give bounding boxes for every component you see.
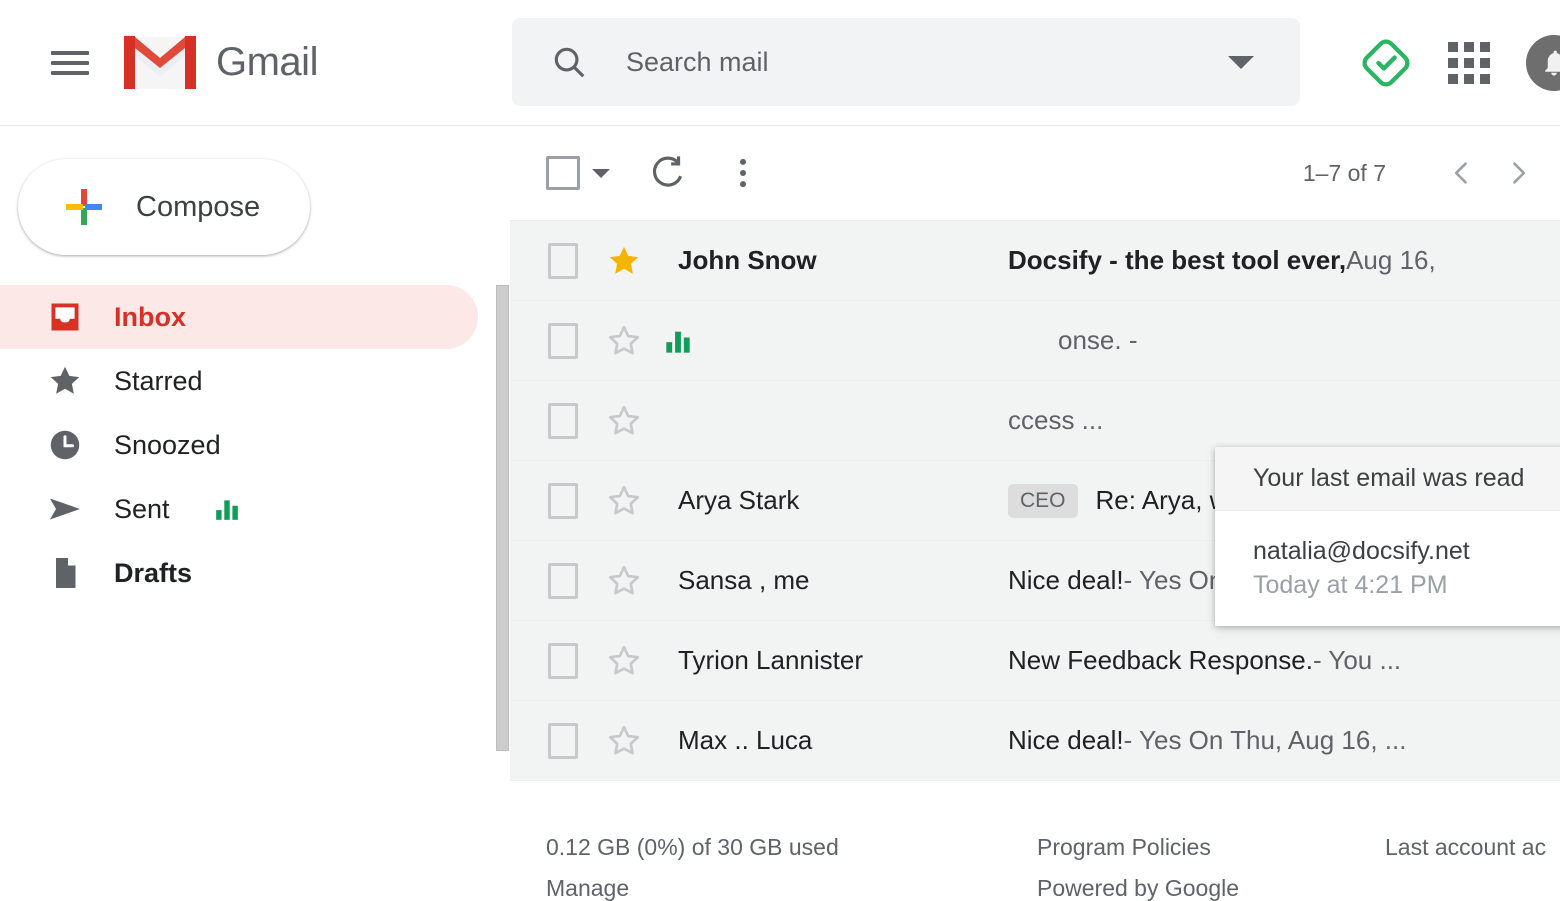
star-filled-icon[interactable] [606, 243, 642, 279]
star-outline-icon[interactable] [606, 723, 642, 759]
popup-email-address: natalia@docsify.net [1253, 536, 1470, 565]
pagination: 1–7 of 7 [1303, 126, 1546, 220]
footer-last-account: Last account ac [1385, 827, 1546, 868]
inbox-icon [46, 298, 84, 336]
gmail-logo-icon [124, 35, 196, 89]
popup-body: natalia@docsify.net Today at 4:21 PM 1 [1215, 511, 1560, 626]
table-row[interactable]: Tyrion Lannister New Feedback Response. -… [510, 621, 1560, 701]
sidebar-item-label: Inbox [114, 301, 186, 332]
sidebar-item-sent[interactable]: Sent [0, 477, 478, 541]
search-options-chevron-down-icon[interactable] [1228, 55, 1254, 69]
row-checkbox[interactable] [548, 482, 578, 519]
apps-grid-icon[interactable] [1448, 42, 1490, 84]
search-input[interactable] [626, 46, 1228, 78]
row-subject: Nice deal! [1008, 565, 1124, 595]
docsify-check-icon[interactable] [1360, 37, 1412, 89]
status-badge: CEO [1008, 483, 1078, 518]
docsify-tracking-popup: Your last email was read natalia@docsify… [1215, 447, 1560, 626]
row-sender: John Snow [678, 245, 817, 275]
sidebar-item-drafts[interactable]: Drafts [0, 541, 478, 605]
row-subject: Nice deal! [1008, 725, 1124, 755]
sidebar-item-inbox[interactable]: Inbox [0, 285, 478, 349]
list-toolbar: 1–7 of 7 [510, 126, 1560, 220]
star-outline-icon[interactable] [606, 323, 642, 359]
row-subject-area: Nice deal! - Yes On Thu, Aug 16, ... [1008, 725, 1560, 756]
row-snippet: Aug 16, [1346, 245, 1436, 275]
row-checkbox[interactable] [548, 562, 578, 599]
popup-title: Your last email was read [1215, 447, 1560, 511]
popup-timestamp: Today at 4:21 PM [1253, 570, 1448, 599]
program-policies-link[interactable]: Program Policies [1037, 827, 1239, 868]
table-row[interactable]: Max .. Luca Nice deal! - Yes On Thu, Aug … [510, 701, 1560, 781]
select-all-chevron-down-icon[interactable] [592, 168, 610, 178]
row-checkbox[interactable] [548, 642, 578, 679]
row-subject-area: New Feedback Response. - You ... [1008, 645, 1560, 676]
previous-page-button[interactable] [1434, 145, 1490, 201]
row-snippet: - You ... [1312, 645, 1402, 675]
sidebar-item-label: Starred [114, 365, 203, 396]
manage-link[interactable]: Manage [546, 868, 839, 901]
list-scrollbar[interactable] [496, 285, 509, 751]
footer-policies: Program Policies Powered by Google [1037, 827, 1239, 901]
mail-list-panel: 1–7 of 7 John Snow Docsify - the best too… [496, 126, 1560, 901]
popup-recipient: natalia@docsify.net Today at 4:21 PM [1253, 535, 1560, 603]
star-outline-icon[interactable] [606, 563, 642, 599]
bar-chart-icon[interactable] [214, 496, 240, 522]
footer-storage: 0.12 GB (0%) of 30 GB used Manage [546, 827, 839, 901]
sidebar-item-starred[interactable]: Starred [0, 349, 478, 413]
clock-icon [46, 426, 84, 464]
row-subject: New Feedback Response. [1008, 645, 1313, 675]
row-checkbox[interactable] [548, 322, 578, 359]
bar-chart-icon[interactable] [664, 327, 692, 355]
star-outline-icon[interactable] [606, 403, 642, 439]
star-outline-icon[interactable] [606, 483, 642, 519]
compose-label: Compose [136, 190, 261, 223]
select-all-checkbox[interactable] [546, 156, 580, 190]
row-sender: Arya Stark [678, 485, 800, 515]
hamburger-menu-icon[interactable] [46, 39, 94, 87]
plus-icon [66, 189, 102, 225]
sidebar-item-label: Snoozed [114, 429, 221, 460]
star-icon [46, 362, 84, 400]
header-actions [1360, 0, 1560, 126]
search-bar[interactable] [512, 18, 1300, 106]
row-subject-area: Docsify - the best tool ever, Aug 16, [1008, 245, 1560, 276]
last-account-text: Last account ac [1385, 834, 1547, 860]
sidebar-item-snoozed[interactable]: Snoozed [0, 413, 478, 477]
next-page-button[interactable] [1490, 145, 1546, 201]
compose-button[interactable]: Compose [18, 159, 310, 255]
footer: 0.12 GB (0%) of 30 GB used Manage Progra… [510, 800, 1560, 901]
row-subject: Docsify - the best tool ever, [1008, 245, 1347, 275]
row-snippet: ccess ... [1008, 405, 1104, 435]
row-sender: Tyrion Lannister [678, 645, 863, 675]
sidebar-nav: Inbox Starred Snoozed Sent Drafts [0, 285, 510, 605]
row-sender: Sansa , me [678, 565, 810, 595]
brand: Gmail [122, 34, 318, 92]
sidebar-item-label: Drafts [114, 557, 193, 588]
table-row[interactable]: onse. - [510, 301, 1560, 381]
account-avatar[interactable] [1526, 35, 1560, 91]
app-header: Gmail [0, 0, 1560, 126]
row-sender: Max .. Luca [678, 725, 813, 755]
row-checkbox[interactable] [548, 722, 578, 759]
send-icon [46, 490, 84, 528]
row-checkbox[interactable] [548, 402, 578, 439]
sidebar-item-label: Sent [114, 493, 170, 524]
refresh-button[interactable] [648, 154, 686, 192]
row-checkbox[interactable] [548, 242, 578, 279]
draft-icon [46, 554, 84, 592]
brand-name: Gmail [216, 40, 318, 84]
row-snippet: - Yes On Thu, Aug 16, ... [1123, 725, 1407, 755]
powered-by-text: Powered by Google [1037, 875, 1240, 901]
search-icon [550, 43, 588, 81]
sidebar: Compose Inbox Starred Snoozed Sent Draft… [0, 126, 510, 901]
row-subject-area: ccess ... [1008, 405, 1560, 436]
more-options-button[interactable] [724, 154, 762, 192]
row-subject-area: onse. - [1058, 325, 1560, 356]
table-row[interactable]: John Snow Docsify - the best tool ever, A… [510, 221, 1560, 301]
page-range-text: 1–7 of 7 [1302, 159, 1386, 186]
storage-text: 0.12 GB (0%) of 30 GB used [546, 834, 839, 860]
row-snippet: onse. - [1058, 325, 1138, 355]
star-outline-icon[interactable] [606, 643, 642, 679]
